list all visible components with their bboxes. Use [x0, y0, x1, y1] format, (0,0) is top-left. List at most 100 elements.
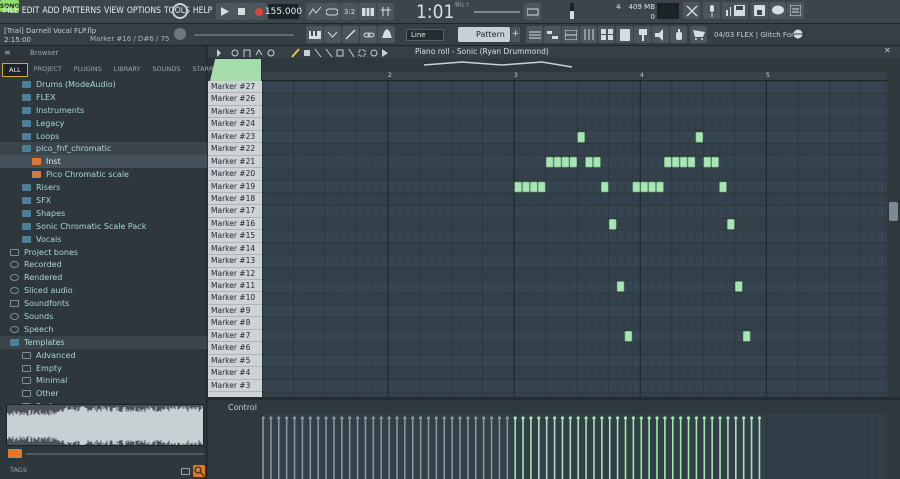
note[interactable] — [640, 181, 648, 193]
note[interactable] — [553, 156, 562, 168]
render-button[interactable] — [751, 2, 768, 19]
piano-key-label[interactable]: Marker #19 — [208, 181, 262, 193]
piano-key-label[interactable]: Marker #13 — [208, 255, 262, 268]
news-button[interactable] — [787, 2, 804, 19]
waveform-preview[interactable] — [6, 404, 204, 446]
piano-key-label[interactable]: Marker #17 — [208, 205, 262, 218]
menu-view[interactable]: VIEW — [104, 6, 124, 16]
note[interactable] — [577, 131, 585, 143]
shop-button[interactable] — [690, 26, 707, 43]
note[interactable] — [569, 156, 578, 168]
browser-item[interactable]: Minimal — [0, 374, 207, 387]
browser-item[interactable]: Templates — [0, 335, 207, 349]
menu-add[interactable]: ADD — [42, 6, 59, 16]
undo-history-button[interactable] — [683, 2, 700, 19]
browser-item[interactable]: Risers — [0, 181, 207, 194]
browser-item[interactable]: Recorded — [0, 258, 207, 271]
note[interactable] — [719, 181, 727, 193]
channel-rack-toggle[interactable] — [562, 26, 579, 43]
note[interactable] — [561, 156, 570, 168]
browser-item[interactable]: Project bones — [0, 246, 207, 259]
tempo-display[interactable]: 155.000 — [265, 4, 302, 19]
browser-item[interactable]: FLEX — [0, 91, 207, 104]
search-button[interactable] — [193, 465, 205, 477]
pattern-selector[interactable]: Pattern 1 — [458, 27, 510, 54]
pitch-knob[interactable] — [174, 28, 186, 40]
folder-icon[interactable] — [181, 468, 190, 475]
pianoroll-typing-keyboard-button[interactable] — [306, 26, 323, 43]
scroll-thumb[interactable] — [889, 202, 898, 221]
countdown-button[interactable]: 3:2 — [341, 3, 358, 20]
browser-item[interactable]: Loops — [0, 130, 207, 143]
piano-key-label[interactable]: Marker #5 — [208, 355, 262, 368]
paint-tool-icon[interactable] — [304, 50, 310, 56]
save-button[interactable] — [731, 2, 748, 19]
preview-play-button[interactable] — [8, 449, 22, 458]
browser-item[interactable]: Instruments — [0, 104, 207, 117]
note[interactable] — [664, 156, 672, 168]
note[interactable] — [679, 156, 688, 168]
browser-item[interactable]: Inst — [0, 155, 207, 169]
note[interactable] — [632, 181, 641, 193]
snap-select[interactable]: Line — [406, 29, 444, 41]
slice-tool-icon[interactable] — [348, 48, 355, 58]
speaker-button[interactable] — [652, 26, 669, 43]
note[interactable] — [601, 181, 609, 193]
note[interactable] — [616, 281, 625, 292]
mixer-button[interactable] — [324, 26, 341, 43]
menu-file[interactable]: FILE — [3, 6, 19, 16]
select-tool-icon[interactable] — [358, 49, 366, 57]
note[interactable] — [671, 156, 680, 168]
browser-tab-project[interactable]: PROJECT — [28, 63, 68, 77]
magnet-icon[interactable] — [231, 49, 239, 57]
piano-key-label[interactable]: Marker #26 — [208, 93, 262, 106]
chat-button[interactable] — [769, 2, 786, 19]
piano-key-label[interactable]: Marker #27 — [208, 81, 262, 94]
note[interactable] — [530, 181, 538, 193]
note[interactable] — [687, 156, 696, 168]
pianoroll-close-icon[interactable]: ✕ — [884, 46, 891, 55]
browser-item[interactable]: Speech — [0, 323, 207, 336]
preview-scrollbar[interactable] — [26, 453, 204, 455]
note[interactable] — [656, 181, 664, 193]
position-slider[interactable] — [474, 11, 520, 13]
play-button[interactable] — [216, 3, 233, 20]
browser-item[interactable]: Shapes — [0, 207, 207, 220]
tempo-tapper-button[interactable] — [670, 26, 687, 43]
tuner-button[interactable] — [634, 26, 651, 43]
browser-item[interactable]: Rendered — [0, 271, 207, 284]
control-target-label[interactable]: Control — [228, 403, 257, 412]
menu-help[interactable]: HELP — [193, 6, 212, 16]
browser-item[interactable]: Advanced — [0, 349, 207, 362]
timeline-ruler[interactable]: 2 3 4 5 — [262, 72, 887, 81]
menu-options[interactable]: OPTIONS — [127, 6, 161, 16]
piano-key-label[interactable]: Marker #18 — [208, 193, 262, 206]
slip-tool-icon[interactable] — [336, 49, 344, 57]
menu-arrow-icon[interactable] — [217, 49, 221, 57]
note[interactable] — [585, 156, 593, 168]
playlist-button[interactable] — [526, 26, 543, 43]
velocity-lane[interactable] — [262, 414, 887, 479]
browser-toggle-button[interactable] — [378, 26, 395, 43]
draw-tool-icon[interactable] — [291, 48, 300, 58]
piano-key-label[interactable]: Marker #3 — [208, 380, 262, 392]
mic-button[interactable] — [703, 2, 720, 19]
piano-key-label[interactable]: Marker #15 — [208, 230, 262, 243]
piano-key-label[interactable]: Marker #12 — [208, 268, 262, 280]
browser-item[interactable]: Vocals — [0, 233, 207, 246]
magnet2-icon[interactable] — [243, 49, 251, 57]
browser-item[interactable]: pico_fnf_chromatic — [0, 142, 207, 156]
blend-notes-button[interactable] — [377, 3, 394, 20]
browser-item[interactable]: Empty — [0, 362, 207, 375]
browser-item[interactable]: Other — [0, 387, 207, 400]
song-position-display[interactable]: 1:0100 — [416, 1, 461, 23]
note[interactable] — [648, 181, 656, 193]
channel-rack-button[interactable] — [342, 26, 359, 43]
piano-key-label[interactable]: Marker #4 — [208, 367, 262, 380]
pianoroll-button[interactable] — [544, 26, 561, 43]
piano-key-label[interactable]: Marker #10 — [208, 292, 262, 305]
note[interactable] — [522, 181, 530, 193]
note[interactable] — [727, 219, 735, 230]
browser-tab-sounds[interactable]: SOUNDS — [147, 63, 187, 77]
browser-item[interactable]: Legacy — [0, 117, 207, 130]
